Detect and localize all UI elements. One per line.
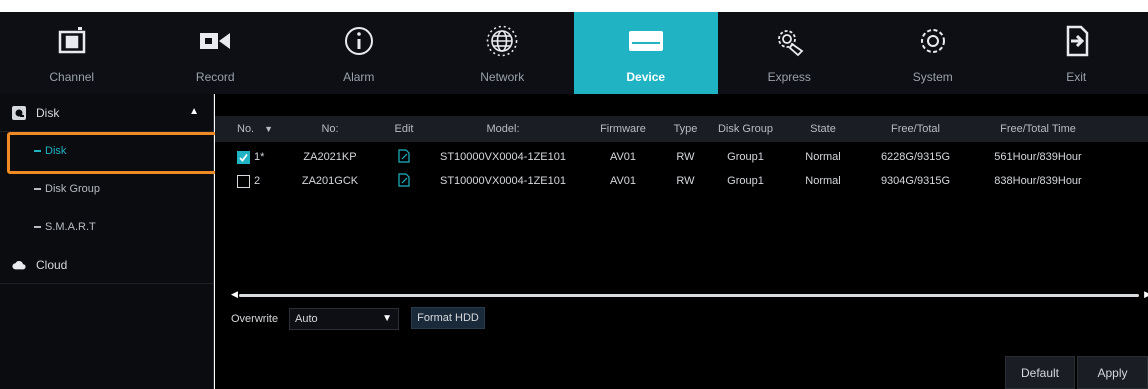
cloud-icon xyxy=(12,258,26,272)
nav-alarm[interactable]: Alarm xyxy=(287,12,431,94)
sidebar-section-disk[interactable]: Disk ▲ xyxy=(0,94,213,132)
column-header-firmware: Firmware xyxy=(600,123,646,135)
sidebar-item-label: Disk Group xyxy=(45,183,101,195)
row-model: ST10000VX0004-1ZE101 xyxy=(440,151,566,163)
row-id: ZA2021KP xyxy=(303,151,357,163)
dash-icon xyxy=(34,188,41,190)
sidebar-item-smart[interactable]: S.M.A.R.T xyxy=(0,208,213,246)
scroll-right-icon[interactable]: ▶ xyxy=(1144,289,1148,300)
express-gear-hand-icon xyxy=(772,18,806,64)
network-globe-icon xyxy=(485,18,519,64)
row-number: 1* xyxy=(254,151,265,163)
nav-alarm-label: Alarm xyxy=(343,70,375,84)
row-free-total: 9304G/9315G xyxy=(880,175,951,187)
apply-button[interactable]: Apply xyxy=(1077,356,1148,389)
sidebar-item-label: Disk xyxy=(45,145,67,157)
nav-record[interactable]: Record xyxy=(144,12,288,94)
row-checkbox[interactable] xyxy=(237,174,250,188)
nav-channel-label: Channel xyxy=(49,70,95,84)
exit-icon xyxy=(1061,18,1091,64)
nav-express[interactable]: Express xyxy=(718,12,862,94)
nav-system[interactable]: System xyxy=(861,12,1005,94)
disk-panel: No. ▼ No: Edit Model: Firmware Type Disk… xyxy=(215,94,1148,389)
system-gear-icon xyxy=(916,18,950,64)
disk-icon xyxy=(12,105,26,120)
chevron-down-icon: ▼ xyxy=(382,313,392,324)
row-model: ST10000VX0004-1ZE101 xyxy=(440,175,566,187)
alarm-info-icon xyxy=(343,18,375,64)
overwrite-select-value: Auto xyxy=(295,313,318,325)
dvr-device-settings: Channel Record Alarm Network Device Expr… xyxy=(0,0,1148,389)
dash-icon xyxy=(34,150,41,152)
row-disk-group: Group1 xyxy=(727,151,764,163)
column-header-no[interactable]: No. ▼ xyxy=(215,123,275,135)
overwrite-select[interactable]: Auto ▼ xyxy=(289,308,399,330)
sidebar-item-disk[interactable]: Disk xyxy=(0,132,213,170)
row-state: Normal xyxy=(805,151,841,163)
sidebar-section-cloud-label: Cloud xyxy=(36,257,68,272)
row-checkbox[interactable] xyxy=(237,150,250,164)
row-id: ZA201GCK xyxy=(301,175,359,187)
nav-network-label: Network xyxy=(480,70,525,84)
nav-exit-label: Exit xyxy=(1066,70,1087,84)
top-navigation: Channel Record Alarm Network Device Expr… xyxy=(0,12,1148,94)
column-header-model: Model: xyxy=(486,123,520,135)
row-firmware: AV01 xyxy=(609,151,637,163)
column-header-disk-group: Disk Group xyxy=(717,123,774,135)
nav-network[interactable]: Network xyxy=(431,12,575,94)
sidebar-item-label: S.M.A.R.T xyxy=(45,221,96,233)
nav-device[interactable]: Device xyxy=(574,12,718,94)
column-header-id: No: xyxy=(321,123,339,135)
default-button[interactable]: Default xyxy=(1005,356,1075,389)
nav-channel[interactable]: Channel xyxy=(0,12,144,94)
row-free-total-time: 561Hour/839Hour xyxy=(994,151,1082,163)
edit-icon[interactable] xyxy=(398,148,410,166)
nav-system-label: System xyxy=(912,70,953,84)
nav-exit[interactable]: Exit xyxy=(1005,12,1148,94)
sidebar-item-disk-group[interactable]: Disk Group xyxy=(0,170,213,208)
column-header-type: Type xyxy=(673,123,698,135)
row-type: RW xyxy=(676,175,695,187)
format-hdd-button[interactable]: Format HDD xyxy=(411,307,485,329)
sidebar: Disk ▲ Disk Disk Group S.M.A.R.T Cloud xyxy=(0,94,214,389)
row-disk-group: Group1 xyxy=(727,175,764,187)
row-free-total: 6228G/9315G xyxy=(880,151,951,163)
table-row[interactable]: 2 ZA201GCK ST10000VX0004-1ZE101 AV01 RW … xyxy=(215,169,1148,193)
nav-record-label: Record xyxy=(195,70,235,84)
row-firmware: AV01 xyxy=(609,175,637,187)
collapse-caret-icon[interactable]: ▲ xyxy=(189,106,199,117)
scrollbar-thumb[interactable] xyxy=(239,294,1139,297)
row-type: RW xyxy=(676,151,695,163)
column-header-free-total: Free/Total xyxy=(891,123,940,135)
nav-express-label: Express xyxy=(767,70,811,84)
overwrite-label: Overwrite xyxy=(231,313,279,325)
edit-icon[interactable] xyxy=(398,172,410,190)
sidebar-section-disk-label: Disk xyxy=(36,105,60,120)
channel-icon xyxy=(57,18,87,64)
record-camera-icon xyxy=(198,18,232,64)
row-state: Normal xyxy=(805,175,841,187)
sort-chevron-icon: ▼ xyxy=(264,124,274,134)
table-row[interactable]: 1* ZA2021KP ST10000VX0004-1ZE101 AV01 RW… xyxy=(215,145,1148,169)
scroll-left-icon[interactable]: ◀ xyxy=(231,289,238,300)
table-header: No. ▼ No: Edit Model: Firmware Type Disk… xyxy=(215,116,1148,142)
sidebar-section-cloud[interactable]: Cloud xyxy=(0,246,213,284)
row-free-total-time: 838Hour/839Hour xyxy=(994,175,1082,187)
device-hdd-icon xyxy=(627,18,665,64)
nav-device-label: Device xyxy=(626,70,666,84)
column-header-edit: Edit xyxy=(394,123,414,135)
row-number: 2 xyxy=(254,175,261,187)
column-header-free-total-time: Free/Total Time xyxy=(1000,123,1076,135)
horizontal-scrollbar[interactable]: ◀ ▶ xyxy=(231,289,1148,299)
dash-icon xyxy=(34,226,41,228)
column-header-state: State xyxy=(810,123,836,135)
